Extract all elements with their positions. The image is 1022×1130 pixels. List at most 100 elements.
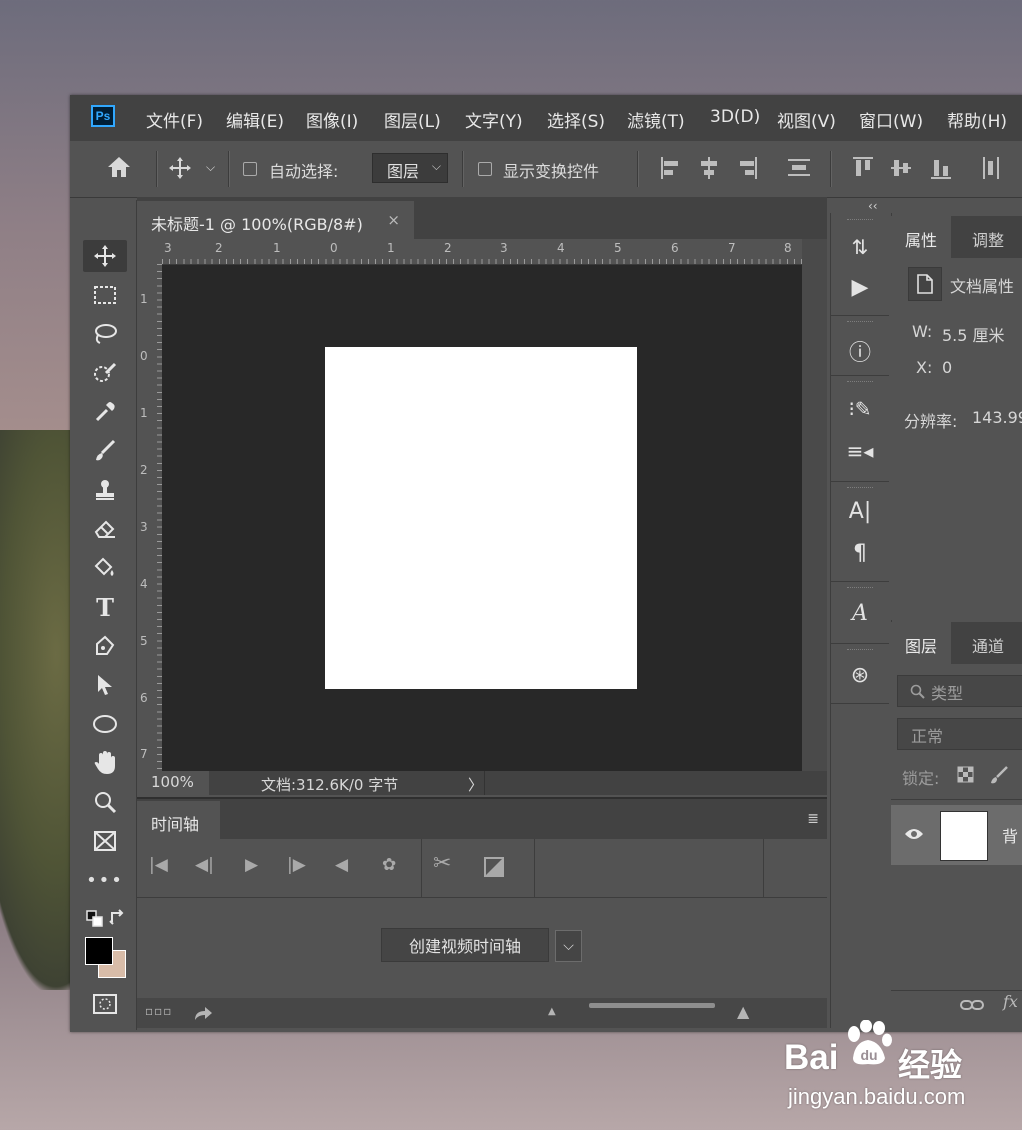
brushes-icon[interactable]: ≡◂	[831, 439, 889, 463]
eyedropper-tool[interactable]	[83, 396, 127, 428]
menu-type[interactable]: 文字(Y)	[465, 107, 523, 132]
swap-colors-icon[interactable]	[109, 908, 127, 926]
width-value[interactable]: 5.5 厘米	[942, 322, 1005, 346]
type-tool[interactable]: T	[83, 591, 127, 623]
menu-3d[interactable]: 3D(D)	[710, 107, 760, 127]
hand-tool[interactable]	[83, 747, 127, 779]
options-bar: ⌵ 自动选择: 图层 ⌵ 显示变换控件	[70, 141, 1022, 198]
document-tab[interactable]: 未标题-1 @ 100%(RGB/8#) ×	[137, 201, 414, 239]
distribute-horizontal-icon[interactable]	[980, 156, 1002, 180]
brush-tool[interactable]	[83, 435, 127, 467]
paragraph-icon[interactable]: ¶	[831, 541, 889, 566]
info-icon[interactable]: ⓘ	[831, 335, 889, 367]
previous-frame-icon[interactable]: ◀|	[195, 855, 214, 875]
x-value[interactable]: 0	[942, 358, 952, 377]
collapse-dock-icon[interactable]: ‹‹	[868, 199, 878, 213]
ruler-vertical[interactable]: 1 0 1 2 3 4 5 6 7	[137, 264, 163, 774]
show-transform-checkbox[interactable]	[478, 162, 492, 176]
chevron-down-icon[interactable]: ⌵	[206, 160, 215, 175]
align-horizontal-center-icon[interactable]	[698, 156, 720, 180]
pen-tool[interactable]	[83, 630, 127, 662]
settings-gear-icon[interactable]: ✿	[382, 855, 396, 875]
menu-filter[interactable]: 滤镜(T)	[627, 107, 685, 132]
marquee-tool[interactable]	[83, 279, 127, 311]
align-bottom-icon[interactable]	[930, 156, 952, 180]
menu-help[interactable]: 帮助(H)	[947, 107, 1007, 132]
menu-view[interactable]: 视图(V)	[777, 107, 836, 132]
menu-window[interactable]: 窗口(W)	[859, 107, 923, 132]
quick-mask-icon[interactable]	[92, 993, 118, 1015]
glyphs-icon[interactable]: A	[831, 601, 889, 626]
quick-selection-tool[interactable]	[83, 357, 127, 389]
document-canvas[interactable]	[325, 347, 637, 689]
eye-visibility-icon[interactable]	[904, 827, 924, 841]
history-icon[interactable]: ⇅	[831, 235, 889, 259]
audio-icon[interactable]: ◀	[335, 855, 348, 875]
tab-timeline[interactable]: 时间轴	[137, 801, 220, 841]
move-tool[interactable]	[83, 240, 127, 272]
blend-mode-dropdown[interactable]: 正常	[897, 718, 1022, 750]
chevron-down-icon[interactable]: ⌵	[555, 930, 582, 962]
lock-transparent-pixels-icon[interactable]	[957, 766, 974, 783]
home-icon[interactable]	[106, 155, 132, 179]
create-video-timeline-button[interactable]: 创建视频时间轴	[381, 928, 549, 962]
tab-properties[interactable]: 属性	[891, 216, 952, 258]
status-menu-arrow[interactable]: 〉	[468, 774, 483, 795]
ellipse-tool[interactable]	[83, 708, 127, 740]
menu-layer[interactable]: 图层(L)	[384, 107, 441, 132]
default-colors-icon[interactable]	[86, 910, 104, 928]
eraser-tool[interactable]	[83, 513, 127, 545]
align-top-icon[interactable]	[852, 156, 874, 180]
clone-stamp-tool[interactable]	[83, 474, 127, 506]
distribute-vertical-icon[interactable]	[787, 156, 811, 180]
menu-select[interactable]: 选择(S)	[547, 107, 605, 132]
zoom-tool[interactable]	[83, 786, 127, 818]
ruler-label: 2	[140, 463, 148, 477]
align-left-icon[interactable]	[660, 156, 682, 180]
zoom-level-field[interactable]: 100%	[137, 771, 209, 795]
layer-filter-dropdown[interactable]: 类型	[897, 675, 1022, 707]
paint-bucket-tool[interactable]	[83, 552, 127, 584]
menu-file[interactable]: 文件(F)	[146, 107, 203, 132]
play-icon[interactable]: ▶	[245, 855, 258, 875]
ruler-horizontal[interactable]: 3 2 1 0 1 2 3 4 5 6 7 8	[162, 239, 802, 265]
convert-arrow-icon[interactable]	[192, 1004, 214, 1022]
tab-adjustments[interactable]: 调整	[958, 216, 1018, 258]
zoom-icon	[95, 792, 117, 814]
lock-image-pixels-brush-icon[interactable]	[989, 765, 1009, 785]
scissors-icon[interactable]: ✂	[433, 851, 451, 876]
link-layers-icon[interactable]	[960, 998, 984, 1012]
zoom-out-mountain-icon[interactable]: ▲	[548, 1006, 556, 1017]
layer-row[interactable]: 背	[891, 805, 1022, 865]
auto-select-checkbox[interactable]	[243, 162, 257, 176]
frame-tool[interactable]	[83, 825, 127, 857]
menu-edit[interactable]: 编辑(E)	[226, 107, 284, 132]
align-right-icon[interactable]	[736, 156, 758, 180]
character-icon[interactable]: A|	[831, 499, 889, 524]
align-vertical-center-icon[interactable]	[890, 156, 912, 180]
foreground-color-swatch[interactable]	[85, 937, 113, 965]
zoom-slider[interactable]	[589, 1003, 715, 1008]
auto-select-dropdown[interactable]: 图层 ⌵	[372, 153, 448, 183]
go-to-first-frame-icon[interactable]: |◀	[149, 855, 168, 875]
transition-icon[interactable]	[484, 857, 504, 877]
menu-image[interactable]: 图像(I)	[306, 107, 358, 132]
move-tool-icon[interactable]	[168, 156, 192, 180]
zoom-in-mountain-icon[interactable]: ▲	[737, 1002, 749, 1021]
ruler-origin[interactable]	[137, 239, 163, 265]
3d-layers-icon[interactable]: ⊛	[831, 663, 889, 688]
canvas-area[interactable]	[162, 265, 802, 771]
actions-play-icon[interactable]: ▶	[831, 275, 889, 300]
path-selection-tool[interactable]	[83, 669, 127, 701]
panel-menu-icon[interactable]: ≣	[807, 811, 819, 827]
tab-layers[interactable]: 图层	[891, 622, 952, 664]
tab-channels[interactable]: 通道	[958, 622, 1018, 664]
close-icon[interactable]: ×	[387, 211, 400, 229]
brush-settings-icon[interactable]: ⁝✎	[831, 397, 889, 421]
layer-effects-fx-icon[interactable]: fx	[1003, 992, 1018, 1011]
lasso-tool[interactable]	[83, 318, 127, 350]
next-frame-icon[interactable]: |▶	[287, 855, 306, 875]
vertical-scrollbar[interactable]	[802, 239, 827, 771]
more-tools-icon[interactable]: •••	[83, 864, 127, 896]
frame-view-icon[interactable]: ▫▫▫	[145, 1004, 172, 1018]
